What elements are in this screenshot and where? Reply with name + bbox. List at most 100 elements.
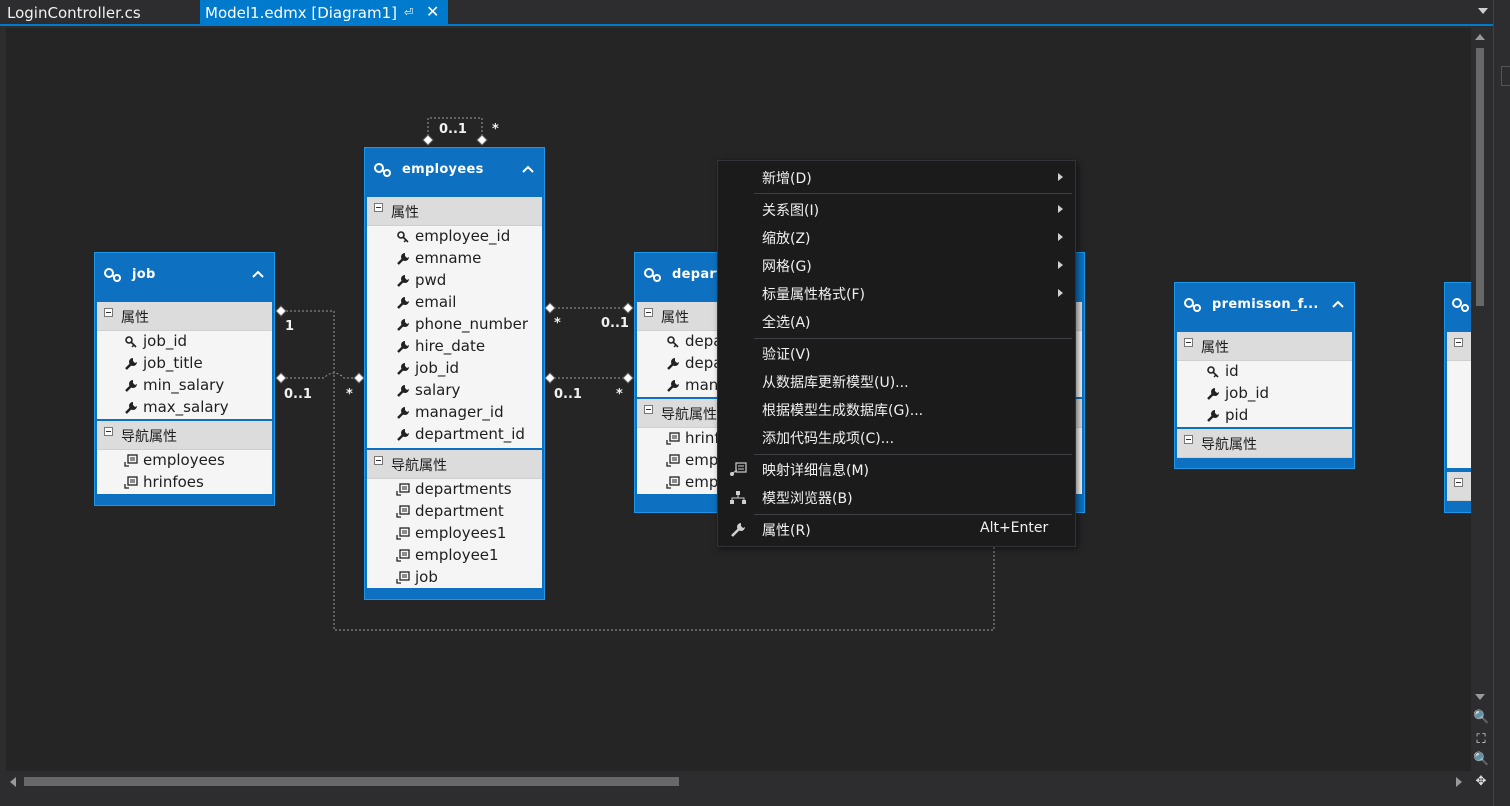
tab-list-dropdown-icon[interactable] xyxy=(1478,8,1488,14)
properties-section: 属性 employee_id emname pwd email phone_nu… xyxy=(367,197,542,448)
menu-item-generate-db[interactable]: 根据模型生成数据库(G)... xyxy=(718,396,1075,424)
menu-item-label: 属性(R) xyxy=(762,523,811,539)
navigation-section-header[interactable]: 导航属性 xyxy=(367,450,542,479)
entity-employees[interactable]: employees 属性 employee_id emname pwd emai… xyxy=(364,147,545,600)
property-row[interactable]: manager_id xyxy=(367,402,542,424)
collapse-toggle-icon[interactable] xyxy=(644,308,653,317)
pan-icon[interactable]: ✥ xyxy=(1473,774,1489,790)
tab-model1-edmx[interactable]: Model1.edmx [Diagram1] ⏎ ✕ xyxy=(200,0,448,24)
menu-item-model-browser[interactable]: 模型浏览器(B) xyxy=(718,484,1075,512)
menu-item-validate[interactable]: 验证(V) xyxy=(718,340,1075,368)
property-name: phone_number xyxy=(415,315,528,333)
property-row[interactable]: job_id xyxy=(97,331,272,353)
nav-property-row[interactable]: job xyxy=(367,567,542,589)
vertical-scrollbar[interactable] xyxy=(1471,28,1489,704)
scroll-down-icon[interactable] xyxy=(1475,694,1485,700)
collapse-toggle-icon[interactable] xyxy=(104,427,113,436)
nav-property-row[interactable]: employee1 xyxy=(367,545,542,567)
entity-job[interactable]: job 属性 job_id job_title min_salary max_s… xyxy=(94,252,275,506)
property-row[interactable]: email xyxy=(367,292,542,314)
horizontal-scrollbar[interactable] xyxy=(6,771,1471,793)
property-row[interactable]: employee_id xyxy=(367,226,542,248)
menu-item-mapping-details[interactable]: 映射详细信息(M) xyxy=(718,456,1075,484)
menu-item-properties[interactable]: 属性(R) Alt+Enter xyxy=(718,516,1075,544)
collapse-toggle-icon[interactable] xyxy=(104,308,113,317)
wrench-icon xyxy=(397,275,409,287)
entity-offscreen-partial[interactable] xyxy=(1444,282,1471,513)
navigation-section-header[interactable]: 导航属性 xyxy=(1177,429,1352,458)
properties-section-header[interactable]: 属性 xyxy=(367,197,542,226)
zoom-out-icon[interactable]: 🔍 xyxy=(1473,752,1489,768)
zoom-in-icon[interactable]: 🔍 xyxy=(1473,710,1489,726)
tab-label: LoginController.cs xyxy=(7,4,141,22)
entity-header[interactable]: premisson_f... xyxy=(1175,283,1354,330)
navigation-section-header[interactable] xyxy=(1447,472,1471,501)
entity-premisson[interactable]: premisson_f... 属性 id job_id pid 导航属性 xyxy=(1174,282,1355,469)
collapse-chevron-icon[interactable] xyxy=(1331,297,1345,311)
section-label: 导航属性 xyxy=(1201,437,1257,453)
property-row[interactable]: emname xyxy=(367,248,542,270)
side-panel-tab[interactable] xyxy=(1501,66,1510,86)
collapse-chevron-icon[interactable] xyxy=(521,162,535,176)
property-row[interactable]: phone_number xyxy=(367,314,542,336)
property-name: job_title xyxy=(143,354,203,372)
zoom-to-fit-icon[interactable]: ⛶ xyxy=(1473,732,1489,748)
properties-section-header[interactable]: 属性 xyxy=(97,302,272,331)
nav-property-row[interactable]: departments xyxy=(367,479,542,501)
entity-type-icon xyxy=(104,268,121,282)
nav-property-name: employee1 xyxy=(415,546,499,564)
nav-property-name: employees xyxy=(143,451,225,469)
navigation-section-header[interactable]: 导航属性 xyxy=(97,421,272,450)
tab-login-controller[interactable]: LoginController.cs xyxy=(0,0,198,24)
property-row[interactable]: pid xyxy=(1177,405,1352,427)
nav-property-row[interactable]: employees xyxy=(97,450,272,472)
collapse-toggle-icon[interactable] xyxy=(1184,338,1193,347)
menu-item-add-codegen[interactable]: 添加代码生成项(C)... xyxy=(718,424,1075,452)
property-row[interactable]: max_salary xyxy=(97,397,272,419)
menu-item-update-from-db[interactable]: 从数据库更新模型(U)... xyxy=(718,368,1075,396)
property-row[interactable]: hire_date xyxy=(367,336,542,358)
collapse-toggle-icon[interactable] xyxy=(1454,478,1463,487)
menu-item-diagram[interactable]: 关系图(I) xyxy=(718,196,1075,224)
nav-property-row[interactable]: hrinfoes xyxy=(97,472,272,494)
collapse-chevron-icon[interactable] xyxy=(251,267,265,281)
menu-item-zoom[interactable]: 缩放(Z) xyxy=(718,224,1075,252)
nav-property-name: departments xyxy=(415,480,512,498)
nav-property-row[interactable]: employees1 xyxy=(367,523,542,545)
pin-icon[interactable]: ⏎ xyxy=(404,0,413,26)
collapse-toggle-icon[interactable] xyxy=(374,456,383,465)
scroll-up-icon[interactable] xyxy=(1475,34,1485,40)
property-row[interactable]: min_salary xyxy=(97,375,272,397)
horizontal-scroll-thumb[interactable] xyxy=(24,777,679,786)
wrench-icon xyxy=(731,523,745,537)
properties-section: 属性 id job_id pid xyxy=(1177,332,1352,427)
menu-item-grid[interactable]: 网格(G) xyxy=(718,252,1075,280)
nav-property-row[interactable]: department xyxy=(367,501,542,523)
property-row[interactable]: salary xyxy=(367,380,542,402)
navigation-property-icon xyxy=(666,432,680,445)
properties-section-header[interactable]: 属性 xyxy=(1177,332,1352,361)
entity-header[interactable]: job xyxy=(95,253,274,300)
navigation-property-icon xyxy=(124,454,138,467)
entity-header[interactable]: employees xyxy=(365,148,544,195)
property-row[interactable]: job_id xyxy=(1177,383,1352,405)
collapse-toggle-icon[interactable] xyxy=(1184,435,1193,444)
property-row[interactable]: department_id xyxy=(367,424,542,446)
properties-section-header[interactable] xyxy=(1447,332,1471,361)
scroll-right-icon[interactable] xyxy=(1456,777,1462,787)
property-row[interactable]: job_title xyxy=(97,353,272,375)
property-row[interactable]: id xyxy=(1177,361,1352,383)
menu-item-select-all[interactable]: 全选(A) xyxy=(718,308,1075,336)
scroll-left-icon[interactable] xyxy=(10,777,16,787)
menu-item-add[interactable]: 新增(D) xyxy=(718,164,1075,192)
menu-item-scalar-format[interactable]: 标量属性格式(F) xyxy=(718,280,1075,308)
side-panel-edge xyxy=(1493,0,1510,806)
collapse-toggle-icon[interactable] xyxy=(1454,338,1463,347)
property-row[interactable]: job_id xyxy=(367,358,542,380)
close-icon[interactable]: ✕ xyxy=(426,0,439,25)
property-row[interactable]: pwd xyxy=(367,270,542,292)
collapse-toggle-icon[interactable] xyxy=(644,405,653,414)
vertical-scroll-thumb[interactable] xyxy=(1476,48,1484,306)
submenu-arrow-icon xyxy=(1058,261,1063,269)
collapse-toggle-icon[interactable] xyxy=(374,203,383,212)
